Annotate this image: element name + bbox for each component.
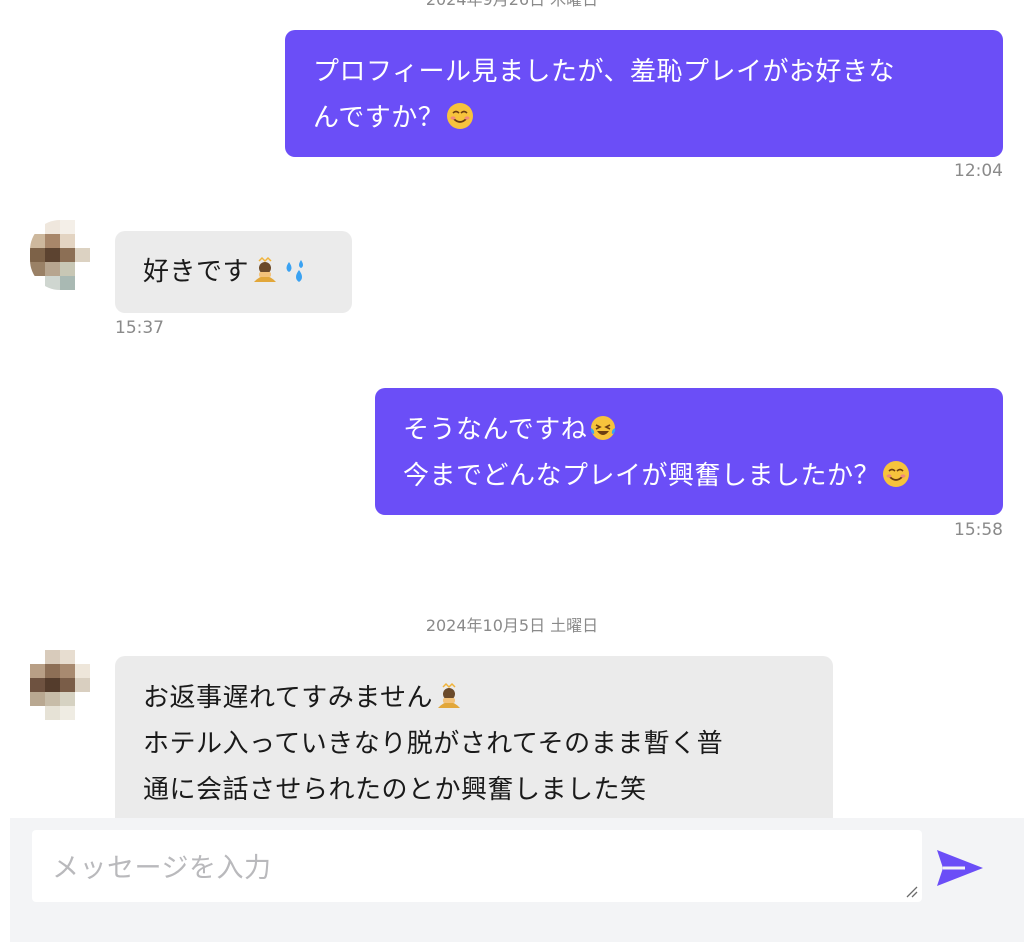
avatar[interactable] <box>30 650 90 720</box>
date-separator: 2024年9月26日 木曜日 <box>0 0 1024 10</box>
message-text: んですか？ <box>313 103 445 133</box>
resize-handle-icon[interactable] <box>904 884 918 898</box>
message-line: プロフィール見ましたが、羞恥プレイがお好きな <box>313 57 895 87</box>
smiling-face-icon <box>447 103 474 129</box>
message-input-placeholder: メッセージを入力 <box>52 853 272 884</box>
outgoing-message-bubble[interactable]: そうなんですね 今までどんなプレイが興奮しましたか？ <box>375 388 1003 515</box>
message-line-with-emoji: 今までどんなプレイが興奮しましたか？ <box>403 453 975 499</box>
bowing-person-icon <box>437 682 460 708</box>
message-text: そうなんですね <box>403 415 588 445</box>
message-timestamp: 15:37 <box>115 318 164 338</box>
message-composer: メッセージを入力 <box>10 818 1024 942</box>
message-text: お返事遅れてすみません <box>143 683 433 713</box>
message-line: ホテル入っていきなり脱がされてそのまま暫く普 <box>143 729 724 759</box>
paper-plane-send-icon <box>937 850 983 886</box>
avatar[interactable] <box>30 220 90 290</box>
bowing-person-icon <box>254 256 277 282</box>
smiling-face-icon <box>883 461 910 487</box>
tears-of-joy-icon <box>591 416 616 440</box>
message-text: 今までどんなプレイが興奮しましたか？ <box>403 461 881 491</box>
message-list[interactable]: 2024年9月26日 木曜日 プロフィール見ましたが、羞恥プレイがお好きな んで… <box>0 0 1024 818</box>
date-separator: 2024年10月5日 土曜日 <box>425 616 599 635</box>
sweat-droplets-icon <box>286 260 304 282</box>
message-line-with-emoji: んですか？ <box>313 95 975 141</box>
message-line-with-emoji: お返事遅れてすみません <box>143 675 805 721</box>
message-timestamp: 15:58 <box>954 520 1003 540</box>
message-text: 好きです <box>143 257 250 287</box>
incoming-message-bubble[interactable]: 好きです <box>115 231 352 313</box>
send-button[interactable] <box>930 840 990 896</box>
message-line-with-emoji: 好きです <box>143 249 324 295</box>
message-line: 通に会話させられたのとか興奮しました笑 <box>143 775 647 805</box>
incoming-message-bubble[interactable]: お返事遅れてすみません ホテル入っていきなり脱がされてそのまま暫く普 通に会話さ… <box>115 656 833 818</box>
outgoing-message-bubble[interactable]: プロフィール見ましたが、羞恥プレイがお好きな んですか？ <box>285 30 1003 157</box>
message-input[interactable]: メッセージを入力 <box>32 830 922 902</box>
message-line-with-emoji: そうなんですね <box>403 407 975 453</box>
message-timestamp: 12:04 <box>954 161 1003 181</box>
chat-window: 2024年9月26日 木曜日 プロフィール見ましたが、羞恥プレイがお好きな んで… <box>0 0 1024 942</box>
